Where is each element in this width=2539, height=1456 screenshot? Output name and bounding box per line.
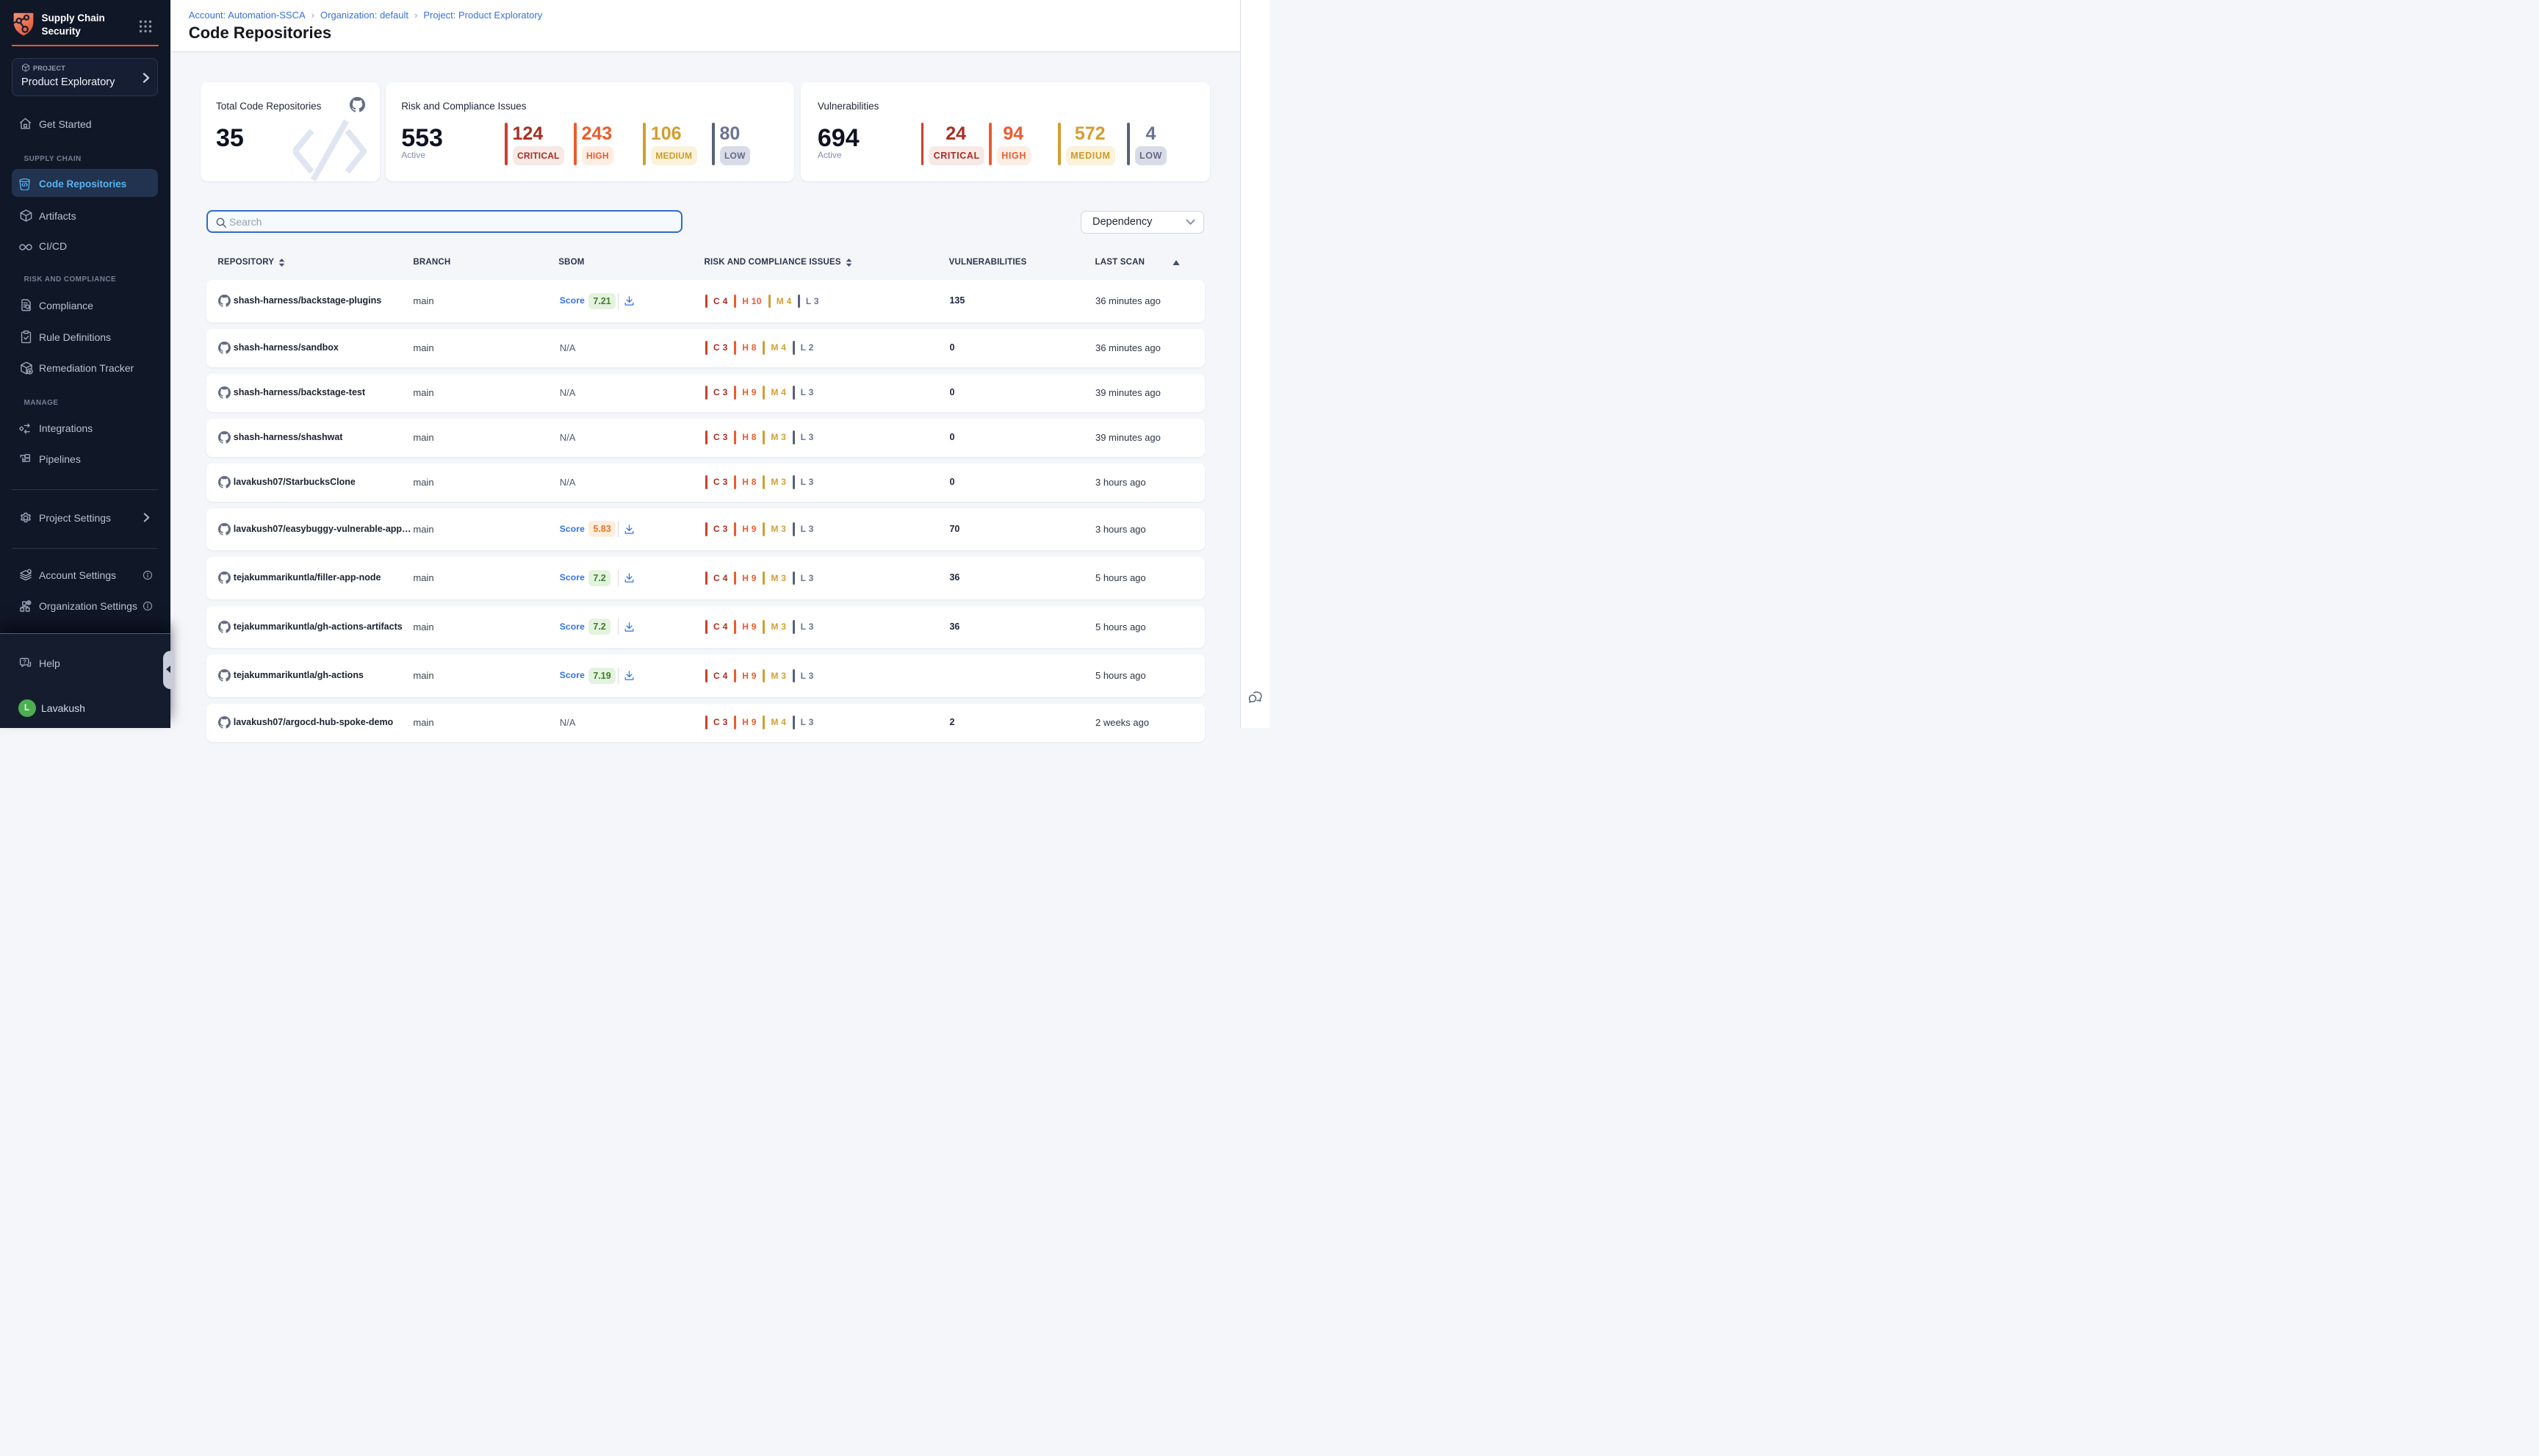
svg-text:?: ? [23,658,26,665]
